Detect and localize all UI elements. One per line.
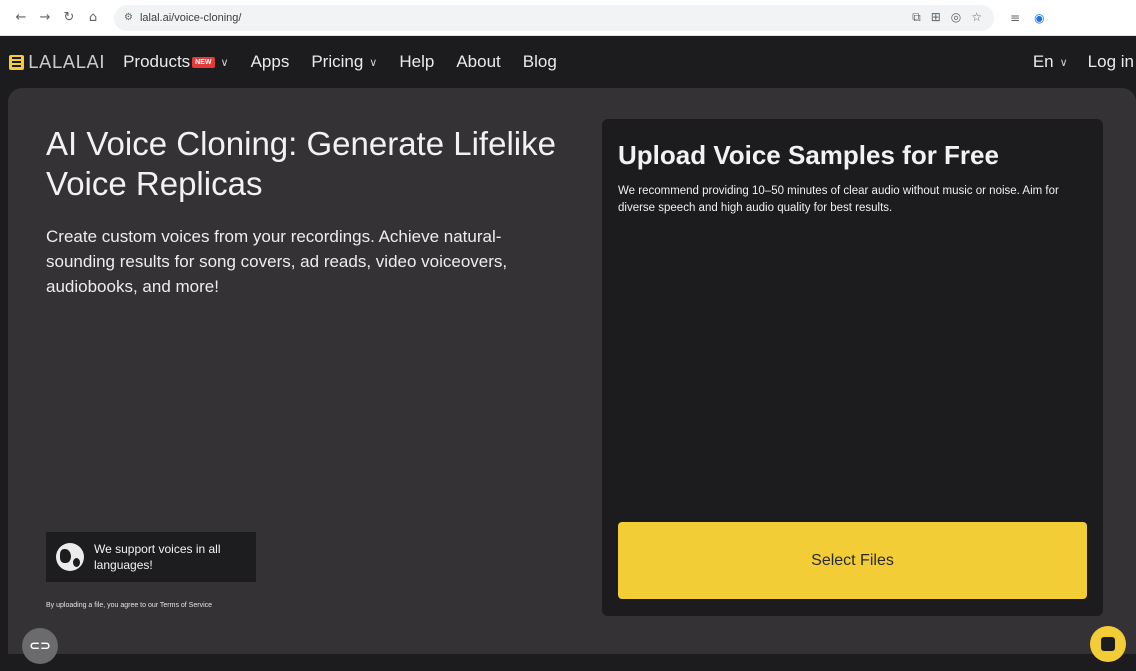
upload-title: Upload Voice Samples for Free	[618, 140, 999, 170]
home-icon[interactable]: ⌂	[82, 7, 104, 29]
url-text[interactable]: lalal.ai/voice-cloning/	[140, 12, 242, 24]
login-link[interactable]: Log in	[1088, 52, 1134, 72]
profile-icon[interactable]: ◉	[1034, 11, 1044, 25]
open-in-app-icon[interactable]: ⧉	[912, 10, 921, 25]
hero-subtitle: Create custom voices from your recording…	[46, 227, 508, 296]
site-info-icon[interactable]: ⚙	[124, 12, 133, 23]
main-panel: AI Voice Cloning: Generate Lifelike Voic…	[8, 88, 1136, 654]
chevron-down-icon: ∨	[220, 55, 229, 69]
upload-card: Upload Voice Samples for Free We recomme…	[602, 119, 1103, 616]
site-logo[interactable]: LALALAI	[9, 52, 105, 73]
eye-off-icon[interactable]: ◎	[951, 10, 961, 25]
nav-item-apps[interactable]: Apps	[251, 52, 290, 72]
globe-icon	[56, 543, 84, 571]
nav-item-products[interactable]: Products NEW ∨	[123, 52, 229, 72]
bookmark-star-icon[interactable]: ☆	[971, 10, 982, 25]
site-navbar: LALALAI Products NEW ∨ Apps Pricing ∨ He…	[0, 36, 1136, 88]
language-label: En	[1032, 52, 1054, 71]
language-selector[interactable]: En ∨	[1033, 52, 1068, 72]
chat-icon[interactable]	[1090, 626, 1126, 662]
forward-arrow-icon[interactable]: →	[34, 7, 56, 29]
nav-item-about[interactable]: About	[456, 52, 500, 72]
nav-item-help[interactable]: Help	[399, 52, 434, 72]
upload-description: We recommend providing 10–50 minutes of …	[618, 185, 1059, 214]
select-files-button[interactable]: Select Files	[618, 522, 1087, 599]
chevron-down-icon: ∨	[369, 55, 378, 69]
languages-badge: We support voices in all languages!	[46, 532, 256, 582]
terms-notice[interactable]: By uploading a file, you agree to our Te…	[46, 602, 212, 609]
address-bar[interactable]: ⚙ lalal.ai/voice-cloning/ ⧉ ⊞ ◎ ☆	[114, 4, 994, 31]
reload-icon[interactable]: ↻	[58, 7, 80, 29]
browser-toolbar: ← → ↻ ⌂ ⚙ lalal.ai/voice-cloning/ ⧉ ⊞ ◎ …	[0, 0, 1136, 36]
nav-item-label: Products	[123, 52, 191, 71]
nav-item-label: Pricing	[311, 52, 364, 71]
page-title: AI Voice Cloning: Generate Lifelike Voic…	[46, 125, 556, 202]
translate-icon[interactable]: ⊞	[931, 10, 941, 25]
logo-text: LALALAI	[28, 51, 106, 73]
reading-list-icon[interactable]: ≡	[1010, 11, 1020, 25]
nav-item-pricing[interactable]: Pricing ∨	[311, 52, 377, 72]
new-badge: NEW	[192, 56, 215, 68]
languages-note: We support voices in all languages!	[94, 542, 221, 572]
bottom-bar	[44, 654, 1092, 671]
nav-item-blog[interactable]: Blog	[523, 52, 557, 72]
chevron-down-icon: ∨	[1059, 55, 1068, 69]
back-arrow-icon[interactable]: ←	[10, 7, 32, 29]
link-icon[interactable]: ⊂⊃	[22, 628, 58, 664]
logo-icon	[9, 54, 24, 70]
